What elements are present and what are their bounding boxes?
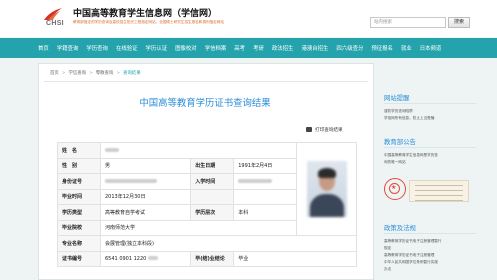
cert-label: 证书编号 xyxy=(57,250,101,267)
search-button[interactable]: 搜索 xyxy=(448,17,470,28)
name-value xyxy=(100,142,297,159)
sidebar-dept-line[interactable]: 中国高等教育学生信息网是学历查 xyxy=(384,152,438,158)
certificate-thumbnail[interactable] xyxy=(409,180,469,202)
breadcrumb-query[interactable]: 学信查询 xyxy=(68,71,86,76)
major-label: 专业名称 xyxy=(57,235,101,252)
sidebar-tips-title[interactable]: 网站提醒 xyxy=(384,93,410,102)
site-title[interactable]: 中国高等教育学生信息网（学信网） xyxy=(73,6,217,19)
redacted-name xyxy=(105,147,119,152)
sidebar-law-line[interactable]: 规定 xyxy=(384,245,391,251)
table-row: 专业名称 会展管理(独立本科段) xyxy=(57,235,357,252)
result-value: 毕业 xyxy=(233,250,357,267)
birth-label: 出生日期 xyxy=(190,157,235,174)
birth-value: 1991年2月4日 xyxy=(233,157,297,174)
nav-item-japan[interactable]: 日本频道 xyxy=(420,44,442,52)
major-value: 会展管理(独立本科段) xyxy=(100,235,357,252)
sidebar-dept-title[interactable]: 教育部公告 xyxy=(384,137,416,146)
nav-item-image-check[interactable]: 图像校对 xyxy=(175,44,197,52)
printer-icon xyxy=(306,127,312,132)
nav-item-home[interactable]: 首页 xyxy=(38,44,49,52)
result-label: 毕(结)业结论 xyxy=(190,250,235,267)
redacted-cert-suffix xyxy=(147,256,158,261)
nav-item-gaokao[interactable]: 高考 xyxy=(234,44,245,52)
grad-label: 毕业时间 xyxy=(57,188,101,205)
sidebar-law-line[interactable]: 办法 xyxy=(384,266,391,272)
official-seal-icon: ★ xyxy=(384,178,406,200)
nav-item-hmt-admission[interactable]: 港澳台招生 xyxy=(301,44,328,52)
search-input[interactable]: 站内搜索 xyxy=(370,17,446,28)
type-label: 学历类型 xyxy=(57,204,101,221)
nav-item-degree-cert[interactable]: 学历认证 xyxy=(146,44,168,52)
site-header: CHSI 中国高等教育学生信息网（学信网） 教育部指定的学历查询及高校招生阳光工… xyxy=(0,0,497,37)
id-label: 身份证号 xyxy=(57,173,101,190)
nav-item-conscription[interactable]: 预征报名 xyxy=(371,44,393,52)
page-title: 中国高等教育学历证书查询结果 xyxy=(139,98,271,109)
table-row: 证书编号 6541 0901 1220 毕(结)业结论 毕业 xyxy=(57,250,357,267)
blank-label xyxy=(190,188,235,205)
breadcrumb-current: 查询结果 xyxy=(123,71,141,76)
gender-label: 性 别 xyxy=(57,157,101,174)
enroll-label: 入学时间 xyxy=(190,173,235,190)
main-nav: 首页 学籍查询 学历查询 在线验证 学历认证 图像校对 学信档案 高考 考研 政… xyxy=(0,38,497,58)
sidebar-law-title[interactable]: 政策及法规 xyxy=(384,223,416,232)
nav-item-online-verify[interactable]: 在线验证 xyxy=(116,44,138,52)
nav-item-degree-query[interactable]: 学历查询 xyxy=(86,44,108,52)
blank-value xyxy=(233,188,297,205)
name-label: 姓 名 xyxy=(57,142,101,159)
cert-value: 6541 0901 1220 xyxy=(99,250,192,267)
nav-item-archive[interactable]: 学信档案 xyxy=(205,44,227,52)
school-value: 河南师范大学 xyxy=(100,219,297,236)
nav-item-jobs[interactable]: 就业 xyxy=(401,44,412,52)
nav-item-law-admission[interactable]: 政法招生 xyxy=(272,44,294,52)
breadcrumb-home[interactable]: 首页 xyxy=(50,71,59,76)
divider xyxy=(44,81,368,82)
sidebar-law-line[interactable]: 高等教育学历证书电子注册管理 xyxy=(384,252,434,258)
breadcrumb-misc-query[interactable]: 零散查询 xyxy=(96,71,114,76)
divider xyxy=(384,147,476,148)
sidebar-law-line[interactable]: 高等教育学历证书电子注册管理暂行 xyxy=(384,238,442,244)
nav-item-cet-scores[interactable]: 四六级查分 xyxy=(336,44,363,52)
redacted-enroll-date xyxy=(238,178,273,183)
student-photo xyxy=(306,161,347,217)
level-label: 学历层次 xyxy=(190,204,235,221)
level-value: 本科 xyxy=(233,204,297,221)
sidebar-law-line[interactable]: 中华人民共和国学位条例暂行实施 xyxy=(384,259,438,265)
breadcrumb: 首页 > 学信查询 > 零散查询 > 查询结果 xyxy=(50,71,141,76)
id-value xyxy=(99,173,192,190)
site-tagline: 教育部指定的学历查询及高校招生阳光工程指定网站、全国硕士研究生招生报名和调剂指定… xyxy=(73,20,224,24)
grad-value: 2013年12月30日 xyxy=(99,188,192,205)
nav-item-kaoyan[interactable]: 考研 xyxy=(253,44,264,52)
print-label: 打印查询结果 xyxy=(315,128,343,133)
sidebar-tips-line[interactable]: 学信网所有信息，防止上当受骗 xyxy=(384,115,434,121)
redacted-id xyxy=(105,178,157,183)
type-value: 高等教育自学考试 xyxy=(99,204,192,221)
table-row: 姓 名 xyxy=(57,142,357,236)
print-results-link[interactable]: 打印查询结果 xyxy=(306,127,343,133)
sidebar-tips-line[interactable]: 谨防学历查询陷阱 xyxy=(384,108,413,114)
gender-value: 男 xyxy=(99,157,192,174)
school-label: 毕业院校 xyxy=(57,219,101,236)
divider xyxy=(384,103,476,104)
photo-cell xyxy=(296,142,357,236)
sidebar-dept-line[interactable]: 询的唯一网站 xyxy=(384,159,406,165)
cert-number: 6541 0901 1220 xyxy=(105,255,147,262)
logo-text: CHSI xyxy=(46,20,64,27)
enroll-value xyxy=(233,173,297,190)
nav-item-student-status[interactable]: 学籍查询 xyxy=(57,44,79,52)
divider xyxy=(384,233,476,234)
certificate-table: 姓 名 性 别 男 出生日期 1991年2月4日 身份证号 入学时间 毕业时间 … xyxy=(57,142,357,267)
